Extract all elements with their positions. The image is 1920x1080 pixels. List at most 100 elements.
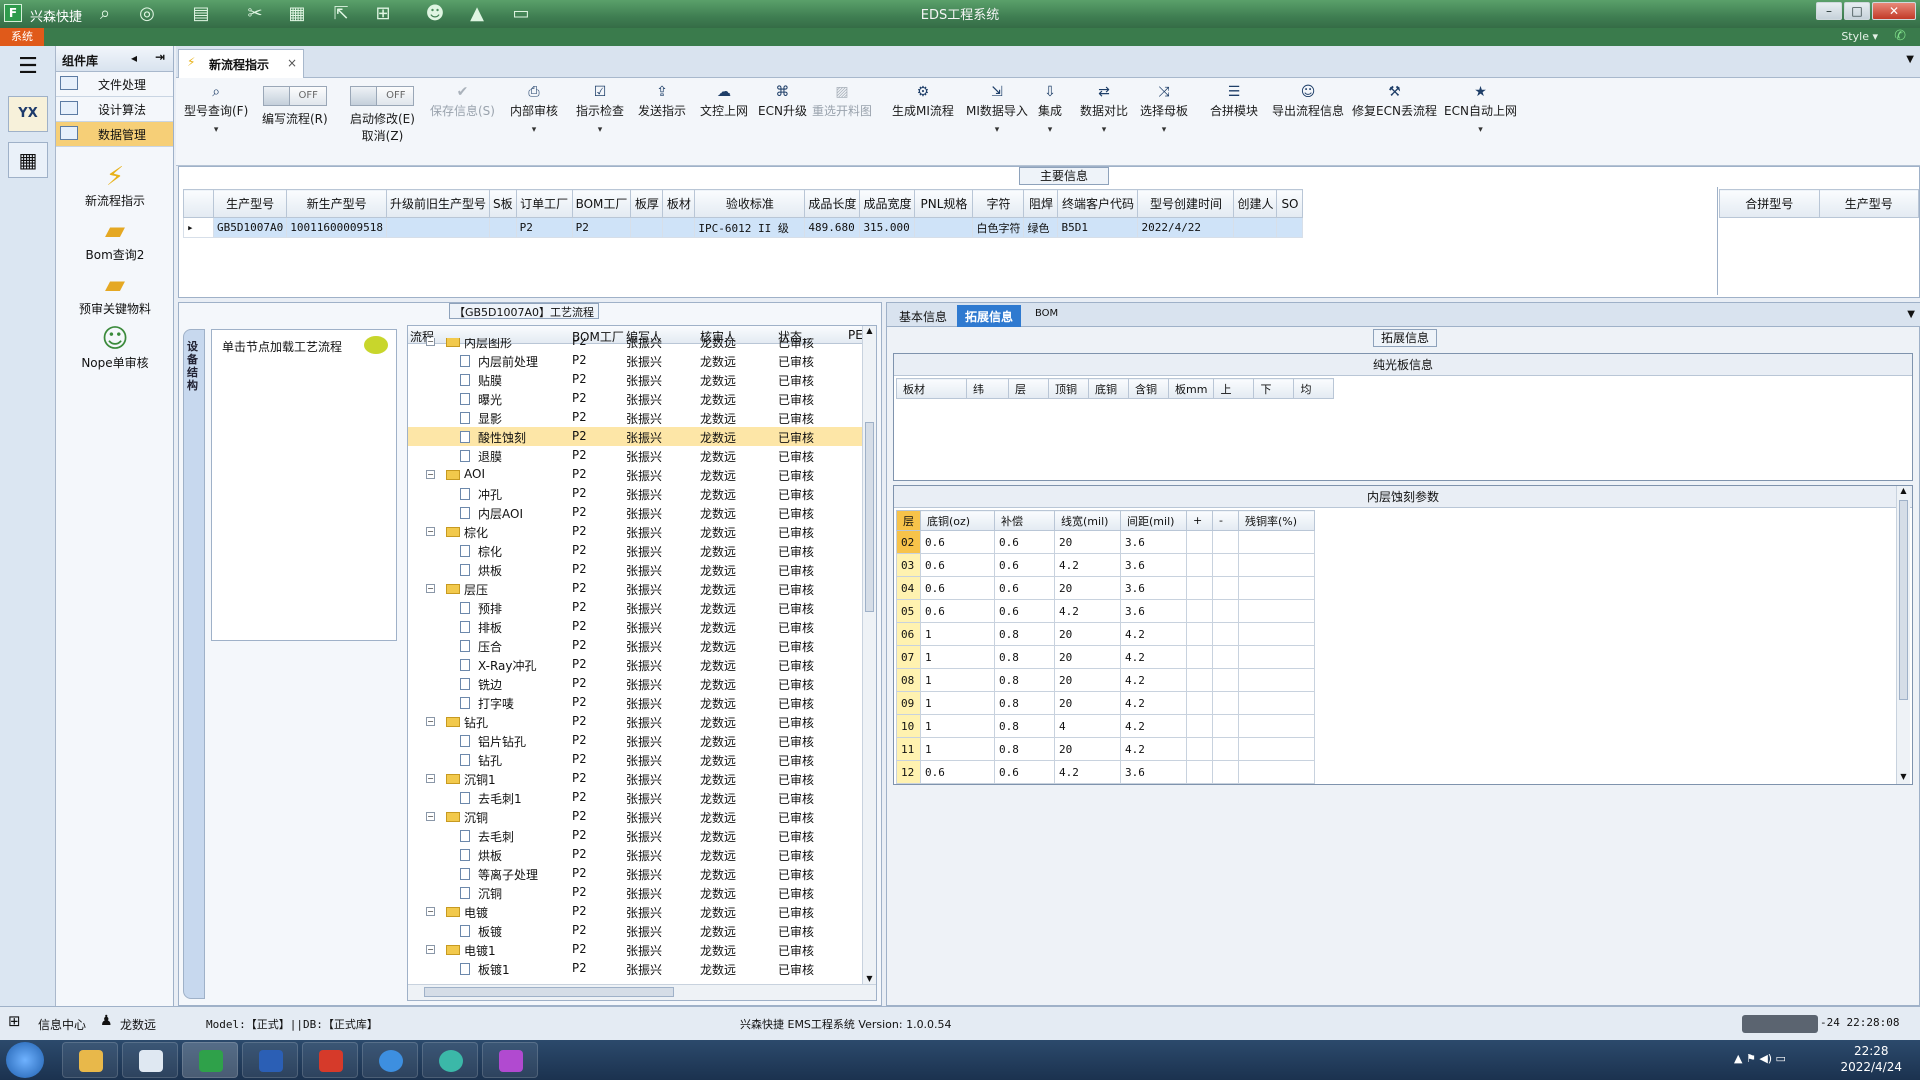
- table-cell[interactable]: 0.6: [920, 530, 995, 554]
- pure-board-column-header[interactable]: 板mm: [1167, 378, 1215, 399]
- table-cell[interactable]: 0.6: [994, 599, 1055, 623]
- tab-new-process[interactable]: ⚡ 新流程指示 ×: [178, 49, 304, 78]
- tree-row[interactable]: − AOI P2 张振兴 龙数远 已审核: [408, 465, 864, 484]
- table-cell[interactable]: [1186, 760, 1213, 784]
- table-cell[interactable]: [1212, 553, 1239, 577]
- taskbar-app-red[interactable]: [302, 1042, 358, 1078]
- main-column-header[interactable]: 订单工厂: [515, 189, 573, 218]
- toolbar-button-label-secondary[interactable]: 取消(Z): [350, 127, 415, 144]
- main-column-header[interactable]: PNL规格: [914, 189, 974, 218]
- table-row[interactable]: 09 1 0.8 20 4.2: [896, 691, 1315, 715]
- toggle-knob[interactable]: [263, 87, 290, 105]
- component-item-file[interactable]: 文件处理: [56, 72, 173, 97]
- tab-bom[interactable]: BOM: [1027, 305, 1066, 327]
- pin-icon[interactable]: ⇥: [155, 50, 165, 64]
- tree-row[interactable]: 板镀1 P2 张振兴 龙数远 已审核: [408, 959, 864, 978]
- table-cell[interactable]: [1186, 576, 1213, 600]
- table-row[interactable]: 05 0.6 0.6 4.2 3.6: [896, 599, 1315, 623]
- table-cell[interactable]: 08: [896, 668, 921, 692]
- main-column-header[interactable]: 板厚: [630, 189, 664, 218]
- toolbar-button-1[interactable]: OFF 编写流程(R): [262, 84, 328, 127]
- table-cell[interactable]: 4.2: [1120, 737, 1187, 761]
- toolbar-button-11[interactable]: ⇲ MI数据导入 ▾: [966, 84, 1028, 135]
- collapse-toggle-icon[interactable]: −: [426, 470, 435, 479]
- inner-etch-column-header[interactable]: 补偿: [994, 510, 1055, 531]
- table-cell[interactable]: 0.6: [994, 760, 1055, 784]
- taskbar-app-chat[interactable]: [362, 1042, 418, 1078]
- table-cell[interactable]: [914, 217, 974, 238]
- toolbar-button-6[interactable]: ⇪ 发送指示: [638, 84, 686, 119]
- dropdown-arrow-icon[interactable]: ▾: [1080, 125, 1128, 135]
- table-cell[interactable]: 03: [896, 553, 921, 577]
- inner-etch-column-header[interactable]: 间距(mil): [1120, 510, 1187, 531]
- table-cell[interactable]: 09: [896, 691, 921, 715]
- table-cell[interactable]: B5D1: [1057, 217, 1139, 238]
- inner-etch-column-header[interactable]: 层: [896, 510, 921, 531]
- collapse-left-icon[interactable]: ◂: [131, 51, 137, 65]
- table-cell[interactable]: [1212, 714, 1239, 738]
- tree-row[interactable]: − 沉铜1 P2 张振兴 龙数远 已审核: [408, 769, 864, 788]
- table-cell[interactable]: [385, 217, 490, 238]
- toolbar-button-17[interactable]: ⚒ 修复ECN丢流程: [1352, 84, 1437, 119]
- tree-row[interactable]: 烘板 P2 张振兴 龙数远 已审核: [408, 845, 864, 864]
- table-cell[interactable]: 3.6: [1120, 530, 1187, 554]
- pure-board-column-header[interactable]: 均: [1293, 378, 1335, 399]
- table-cell[interactable]: [1186, 737, 1213, 761]
- toolbar-button-4[interactable]: ⎙ 内部审核 ▾: [510, 84, 558, 135]
- table-cell[interactable]: [1238, 714, 1315, 738]
- table-cell[interactable]: 1: [920, 737, 995, 761]
- merge-column-header[interactable]: 合拼型号: [1719, 189, 1820, 218]
- tree-row[interactable]: 等离子处理 P2 张振兴 龙数远 已审核: [408, 864, 864, 883]
- taskbar-clock[interactable]: 22:28 2022/4/24: [1840, 1043, 1902, 1075]
- tree-row[interactable]: 压合 P2 张振兴 龙数远 已审核: [408, 636, 864, 655]
- table-cell[interactable]: 0.8: [994, 668, 1055, 692]
- table-cell[interactable]: 07: [896, 645, 921, 669]
- table-cell[interactable]: 4.2: [1120, 645, 1187, 669]
- main-column-header[interactable]: 验收标准: [694, 189, 806, 218]
- toolbar-button-8[interactable]: ⌘ ECN升级: [758, 84, 807, 119]
- tree-row[interactable]: 铣边 P2 张振兴 龙数远 已审核: [408, 674, 864, 693]
- horizontal-scrollbar[interactable]: [408, 984, 876, 1000]
- dropdown-arrow-icon[interactable]: ▾: [1140, 125, 1188, 135]
- table-cell[interactable]: 10: [896, 714, 921, 738]
- table-cell[interactable]: [1212, 737, 1239, 761]
- table-cell[interactable]: 315.000: [859, 217, 916, 238]
- hamburger-menu-icon[interactable]: ☰: [8, 52, 48, 88]
- tree-row[interactable]: 排板 P2 张振兴 龙数远 已审核: [408, 617, 864, 636]
- table-cell[interactable]: [1238, 668, 1315, 692]
- launcher-nope-audit[interactable]: ☺ Nope单审核: [56, 324, 174, 371]
- inner-etch-column-header[interactable]: +: [1186, 510, 1213, 531]
- scroll-thumb[interactable]: [865, 422, 874, 612]
- maximize-button[interactable]: □: [1844, 2, 1870, 20]
- merge-column-header[interactable]: 生产型号: [1818, 189, 1919, 218]
- component-item-algorithm[interactable]: 设计算法: [56, 97, 173, 122]
- scroll-up-icon[interactable]: ▲: [1897, 486, 1910, 498]
- tree-row[interactable]: − 棕化 P2 张振兴 龙数远 已审核: [408, 522, 864, 541]
- table-row[interactable]: 04 0.6 0.6 20 3.6: [896, 576, 1315, 600]
- style-menu[interactable]: Style ▾: [1841, 30, 1878, 43]
- table-cell[interactable]: [488, 217, 517, 238]
- table-cell[interactable]: 3.6: [1120, 576, 1187, 600]
- table-cell[interactable]: 0.6: [920, 553, 995, 577]
- table-cell[interactable]: 4.2: [1120, 622, 1187, 646]
- main-column-header[interactable]: S板: [488, 189, 517, 218]
- table-cell[interactable]: [1186, 714, 1213, 738]
- launcher-preaudit-material[interactable]: ▰ 预审关键物料: [56, 270, 174, 317]
- toolbar-button-5[interactable]: ☑ 指示检查 ▾: [576, 84, 624, 135]
- main-column-header[interactable]: 新生产型号: [286, 189, 387, 218]
- table-cell[interactable]: 2022/4/22: [1137, 217, 1235, 238]
- table-cell[interactable]: [1212, 760, 1239, 784]
- tree-row[interactable]: 冲孔 P2 张振兴 龙数远 已审核: [408, 484, 864, 503]
- table-cell[interactable]: 4.2: [1120, 668, 1187, 692]
- table-cell[interactable]: 20: [1054, 576, 1121, 600]
- tree-row[interactable]: − 电镀1 P2 张振兴 龙数远 已审核: [408, 940, 864, 959]
- main-column-header[interactable]: 板材: [662, 189, 696, 218]
- table-cell[interactable]: [1212, 530, 1239, 554]
- info-center-label[interactable]: 信息中心: [38, 1016, 86, 1033]
- main-column-header[interactable]: 成品长度: [804, 189, 861, 218]
- main-column-header[interactable]: 升级前旧生产型号: [385, 189, 490, 218]
- phone-icon[interactable]: ✆: [1894, 28, 1906, 44]
- tree-row[interactable]: − 沉铜 P2 张振兴 龙数远 已审核: [408, 807, 864, 826]
- tree-row[interactable]: 板镀 P2 张振兴 龙数远 已审核: [408, 921, 864, 940]
- table-row[interactable]: 12 0.6 0.6 4.2 3.6: [896, 760, 1315, 784]
